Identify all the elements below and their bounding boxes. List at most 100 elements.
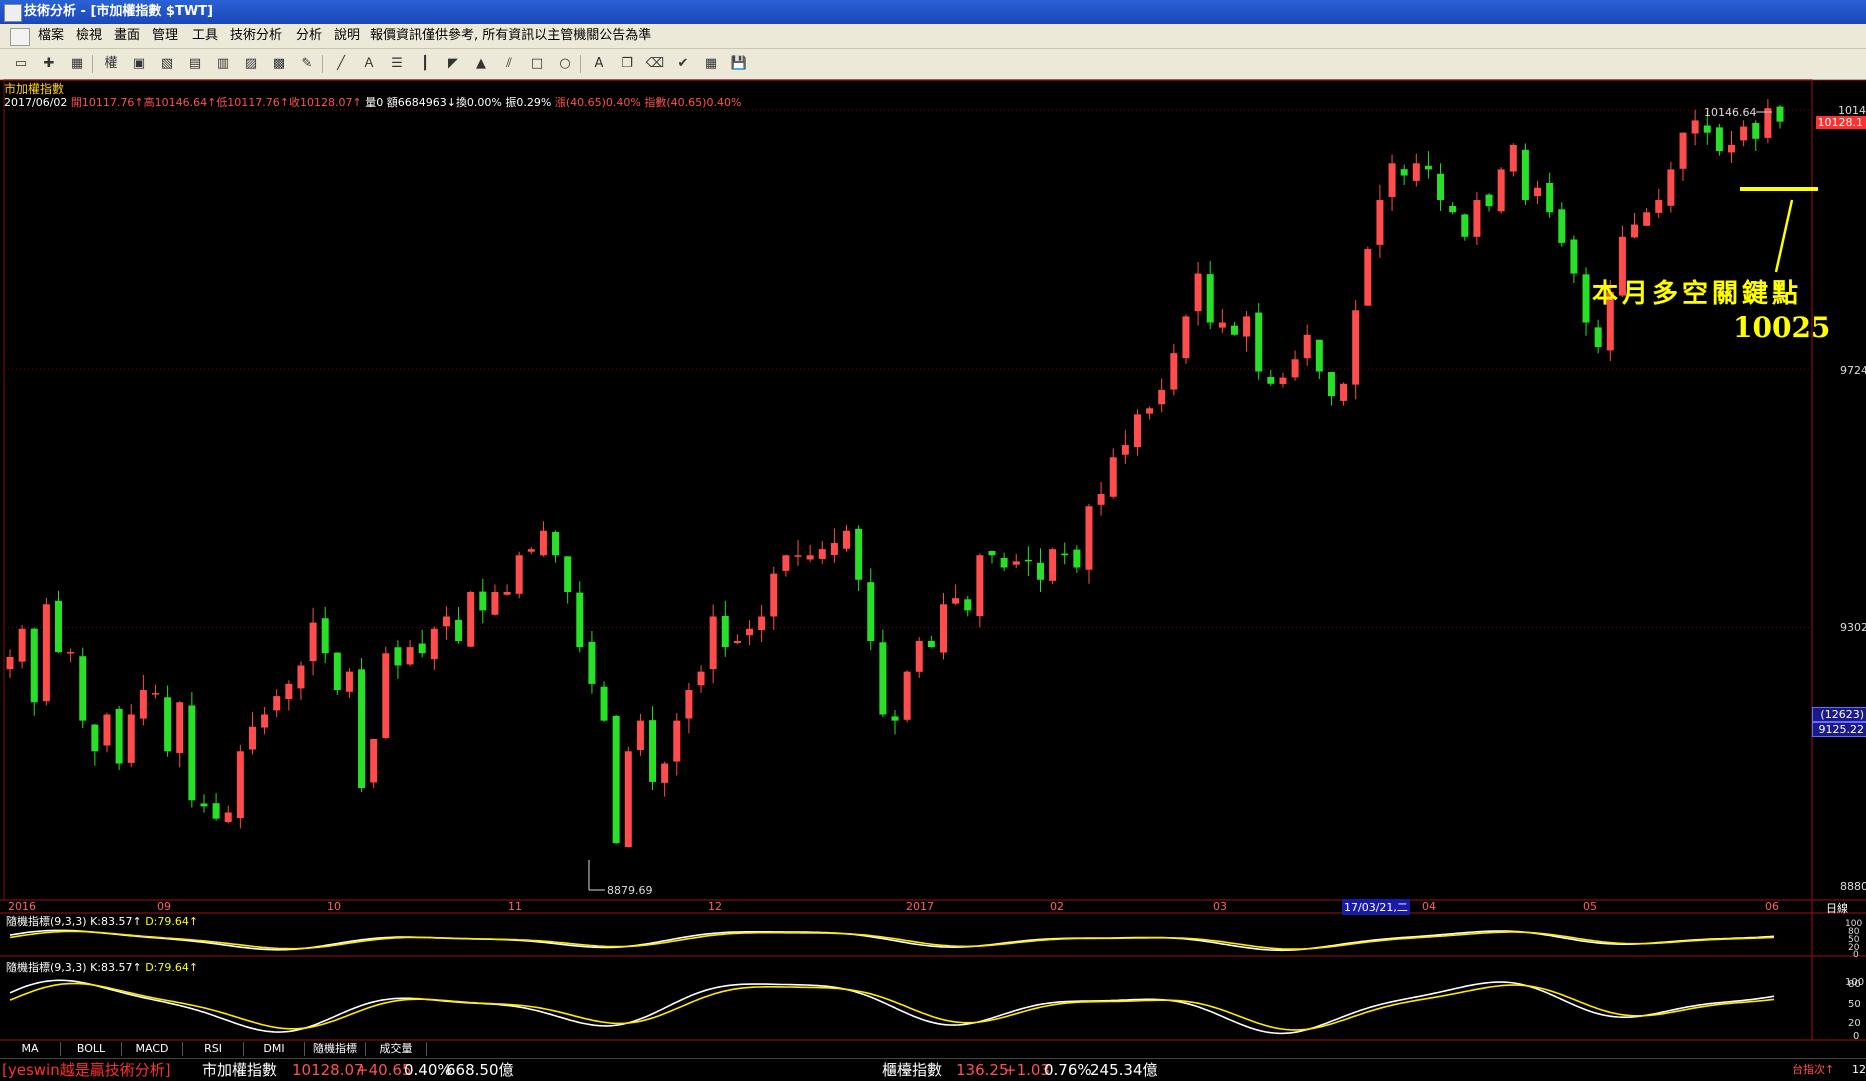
kd1-k-line — [9, 929, 1775, 952]
candle-body — [685, 690, 693, 719]
candle-body — [1206, 274, 1214, 323]
candle-body — [479, 591, 487, 611]
brand-label: [yeswin越是贏技術分析] — [2, 1061, 171, 1079]
candle-body — [576, 592, 584, 648]
candle-body — [1437, 173, 1445, 201]
index2-price: 136.25 — [956, 1061, 1009, 1079]
candle-body — [1582, 274, 1590, 323]
candle-body — [552, 531, 560, 556]
kd2-k-line — [9, 979, 1775, 1035]
candle-body — [600, 686, 608, 721]
candle-body — [1327, 372, 1335, 397]
period-label[interactable]: 日線 — [1826, 900, 1848, 916]
candle-body — [1715, 127, 1723, 152]
candle-body — [1655, 200, 1663, 213]
candle-body — [1194, 273, 1202, 312]
x-label-12: 12 — [708, 900, 722, 913]
candle-body — [527, 549, 535, 552]
candle-body — [176, 702, 184, 754]
index1-price: 10128.07 — [292, 1061, 364, 1079]
candle-body — [200, 803, 208, 807]
high-marker-label: 10146.64 — [1704, 106, 1757, 119]
x-label-05: 05 — [1583, 900, 1597, 913]
candle-body — [1376, 200, 1384, 245]
candle-body — [915, 641, 923, 672]
futures-label[interactable]: 台指次↑ — [1792, 1059, 1834, 1081]
candle-body — [1400, 169, 1408, 176]
candle-body — [370, 739, 378, 783]
candle-body — [358, 669, 366, 789]
candle-body — [976, 555, 984, 617]
candle-body — [709, 616, 717, 670]
candle-body — [1036, 562, 1044, 580]
candle-body — [1570, 239, 1578, 274]
candle-body — [455, 619, 463, 642]
x-label-2016: 2016 — [8, 900, 36, 913]
candle-body — [103, 714, 111, 746]
candle-body — [1340, 383, 1348, 401]
candle-body — [1461, 214, 1469, 237]
candle-body — [1158, 389, 1166, 405]
candle-body — [151, 693, 159, 695]
candle-body — [1230, 325, 1238, 335]
tab-boll[interactable]: BOLL — [61, 1042, 122, 1056]
candle-body — [1752, 122, 1760, 139]
tab-dmi[interactable]: DMI — [244, 1042, 305, 1056]
index1-pct: 0.40% — [404, 1061, 452, 1079]
candle-body — [1364, 249, 1372, 306]
candle-body — [1255, 312, 1263, 372]
candle-body — [746, 628, 754, 636]
candle-body — [697, 671, 705, 686]
candle-body — [91, 724, 99, 752]
kd-panel-2-label: 隨機指標(9,3,3) K:83.57↑ D:79.64↑ — [6, 959, 198, 975]
candle-body — [321, 618, 329, 654]
candle-body — [1449, 205, 1457, 213]
candle-body — [661, 763, 669, 783]
candle-body — [624, 751, 632, 847]
candle-body — [964, 599, 972, 611]
candle-body — [139, 690, 147, 719]
candle-body — [1109, 457, 1117, 497]
candle-body — [1667, 169, 1675, 206]
tab-kd[interactable]: 隨機指標 — [305, 1042, 366, 1056]
candle-body — [1412, 163, 1420, 181]
current-price-box: 10128.1 — [1816, 116, 1866, 129]
tab-ma[interactable]: MA — [0, 1042, 61, 1056]
y-label-min: 8880 — [1840, 880, 1866, 893]
candle-body — [1012, 561, 1020, 565]
low-marker-label: 8879.69 — [607, 884, 653, 897]
candle-body — [467, 592, 475, 647]
candle-body — [224, 812, 232, 823]
candle-body — [1267, 377, 1275, 384]
candle-body — [309, 622, 317, 662]
price-chart[interactable] — [0, 0, 1866, 1080]
index2-pct: 0.76% — [1044, 1061, 1092, 1079]
tab-macd[interactable]: MACD — [122, 1042, 183, 1056]
candle-body — [867, 582, 875, 642]
candle-body — [1473, 200, 1481, 237]
candle-body — [42, 604, 50, 702]
candle-body — [1024, 559, 1032, 562]
candle-body — [503, 592, 511, 595]
tab-volume[interactable]: 成交量 — [366, 1042, 427, 1056]
y-label-3: 9302 — [1840, 621, 1866, 634]
candle-body — [721, 615, 729, 648]
x-label-10: 10 — [327, 900, 341, 913]
annotation-value: 10025 — [1733, 311, 1831, 344]
candle-body — [273, 696, 281, 711]
candle-body — [1485, 194, 1493, 207]
candle-body — [1497, 169, 1505, 212]
kd2-y-50: 50 — [1848, 999, 1861, 1010]
candle-body — [1703, 125, 1711, 133]
candle-body — [79, 656, 87, 721]
index2-amount: 245.34億 — [1090, 1061, 1158, 1079]
candle-body — [1388, 163, 1396, 197]
tab-rsi[interactable]: RSI — [183, 1042, 244, 1056]
x-label-03: 03 — [1213, 900, 1227, 913]
candle-body — [1000, 557, 1008, 568]
candle-body — [394, 647, 402, 666]
index1-amount: 668.50億 — [446, 1061, 514, 1079]
candle-body — [430, 628, 438, 660]
candle-body — [127, 714, 135, 763]
candle-body — [1776, 106, 1784, 122]
